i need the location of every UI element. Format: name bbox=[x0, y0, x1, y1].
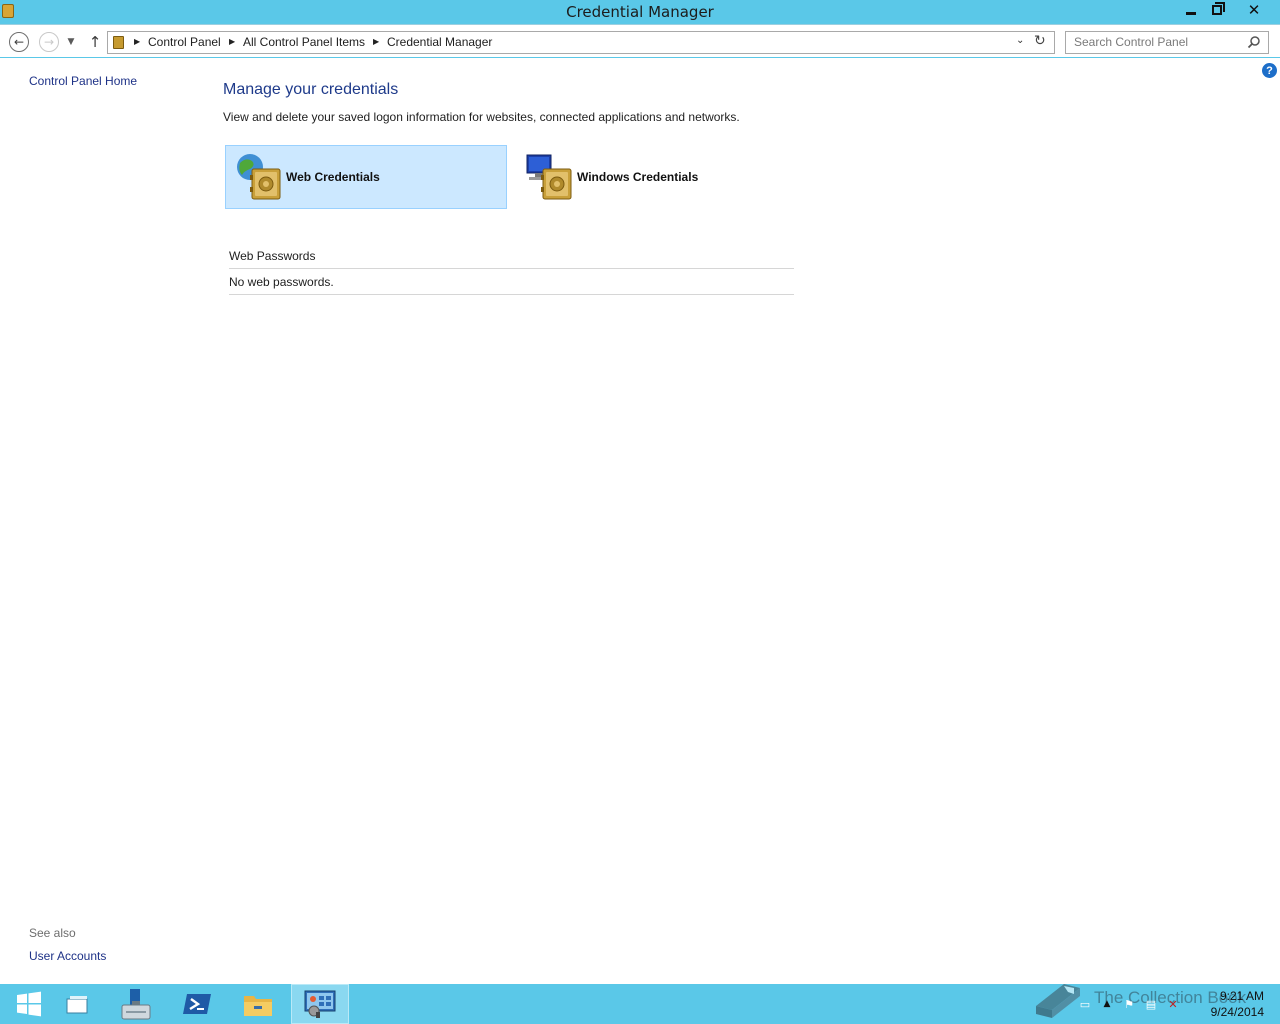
server-manager-icon bbox=[121, 989, 151, 1020]
taskbar: The Collection Book ▭ ▲ ⚑ ▤ ✕ 9:21 AM 9/… bbox=[0, 984, 1280, 1024]
back-button[interactable]: ← bbox=[9, 32, 29, 52]
breadcrumb-control-panel[interactable]: Control Panel bbox=[148, 35, 221, 49]
page-title: Manage your credentials bbox=[223, 81, 399, 98]
empty-message: No web passwords. bbox=[229, 275, 334, 289]
restore-icon bbox=[1212, 2, 1225, 15]
windows-credentials-vault-icon bbox=[526, 154, 572, 200]
file-explorer-button[interactable] bbox=[229, 984, 287, 1024]
back-arrow-icon: ← bbox=[13, 35, 25, 49]
control-panel-icon bbox=[304, 990, 336, 1018]
recent-locations-button[interactable]: ▼ bbox=[64, 32, 78, 52]
section-divider bbox=[229, 268, 794, 269]
web-credentials-tile[interactable]: Web Credentials bbox=[225, 145, 507, 209]
task-view-icon bbox=[66, 996, 88, 1014]
section-divider bbox=[229, 294, 794, 295]
clock-time: 9:21 AM bbox=[1219, 989, 1264, 1003]
notification-tray: ▭ ▲ ⚑ ▤ ✕ bbox=[1074, 984, 1184, 1024]
minimize-icon bbox=[1186, 11, 1196, 15]
flag-icon[interactable]: ⚑ bbox=[1121, 996, 1137, 1012]
forward-arrow-icon: → bbox=[43, 35, 55, 49]
page-description: View and delete your saved logon informa… bbox=[223, 110, 740, 124]
breadcrumb-credential-manager[interactable]: Credential Manager bbox=[387, 35, 492, 49]
breadcrumb-all-control-panel-items[interactable]: All Control Panel Items bbox=[243, 35, 365, 49]
up-button[interactable]: ↑ bbox=[85, 32, 105, 52]
file-explorer-icon bbox=[244, 996, 272, 1016]
network-icon[interactable]: ▤ bbox=[1143, 996, 1159, 1012]
action-center-message-icon[interactable]: ▭ bbox=[1077, 996, 1093, 1012]
content-pane: ? Control Panel Home See also User Accou… bbox=[0, 58, 1280, 984]
help-icon[interactable]: ? bbox=[1262, 63, 1277, 78]
show-hidden-icons-chevron-up-icon[interactable]: ▲ bbox=[1099, 996, 1115, 1012]
address-bar[interactable]: ▶ Control Panel ▶ All Control Panel Item… bbox=[107, 31, 1055, 54]
task-view-button[interactable] bbox=[48, 984, 106, 1024]
minimize-button[interactable] bbox=[1178, 0, 1204, 20]
web-passwords-section-header: Web Passwords bbox=[229, 249, 316, 263]
user-accounts-link[interactable]: User Accounts bbox=[29, 949, 106, 963]
start-icon bbox=[17, 991, 41, 1017]
restore-button[interactable] bbox=[1204, 0, 1230, 20]
control-panel-home-link[interactable]: Control Panel Home bbox=[29, 74, 137, 88]
close-button[interactable]: ✕ bbox=[1230, 0, 1278, 20]
up-arrow-icon: ↑ bbox=[88, 33, 102, 51]
window-title: Credential Manager bbox=[566, 3, 714, 21]
clock-date: 9/24/2014 bbox=[1210, 1005, 1264, 1019]
speaker-muted-icon[interactable]: ✕ bbox=[1165, 996, 1181, 1012]
search-input[interactable] bbox=[1074, 35, 1244, 49]
control-panel-taskbar-button[interactable] bbox=[291, 984, 349, 1024]
search-icon[interactable] bbox=[1247, 35, 1261, 49]
address-history-dropdown-icon[interactable]: ⌄ bbox=[1016, 35, 1024, 46]
refresh-icon[interactable]: ↻ bbox=[1034, 33, 1046, 49]
web-credentials-vault-icon bbox=[237, 154, 281, 200]
close-icon: ✕ bbox=[1247, 1, 1261, 19]
web-credentials-label: Web Credentials bbox=[286, 170, 380, 184]
breadcrumb-arrow-icon[interactable]: ▶ bbox=[373, 37, 379, 46]
see-also-label: See also bbox=[29, 926, 76, 940]
chevron-down-icon: ▼ bbox=[67, 37, 75, 47]
powershell-button[interactable] bbox=[168, 984, 226, 1024]
navigation-bar: ← → ▼ ↑ ▶ Control Panel ▶ All Control Pa… bbox=[0, 24, 1280, 57]
control-panel-location-icon bbox=[113, 36, 124, 49]
powershell-icon bbox=[183, 994, 211, 1014]
windows-credentials-label: Windows Credentials bbox=[577, 170, 699, 184]
breadcrumb-arrow-icon[interactable]: ▶ bbox=[229, 37, 235, 46]
title-bar: Credential Manager ✕ bbox=[0, 0, 1280, 24]
search-box[interactable] bbox=[1065, 31, 1269, 54]
forward-button[interactable]: → bbox=[39, 32, 59, 52]
windows-credentials-tile[interactable]: Windows Credentials bbox=[516, 145, 798, 209]
server-manager-button[interactable] bbox=[106, 984, 164, 1024]
system-clock[interactable]: 9:21 AM 9/24/2014 bbox=[1198, 988, 1264, 1020]
breadcrumb-arrow-icon[interactable]: ▶ bbox=[134, 37, 140, 46]
